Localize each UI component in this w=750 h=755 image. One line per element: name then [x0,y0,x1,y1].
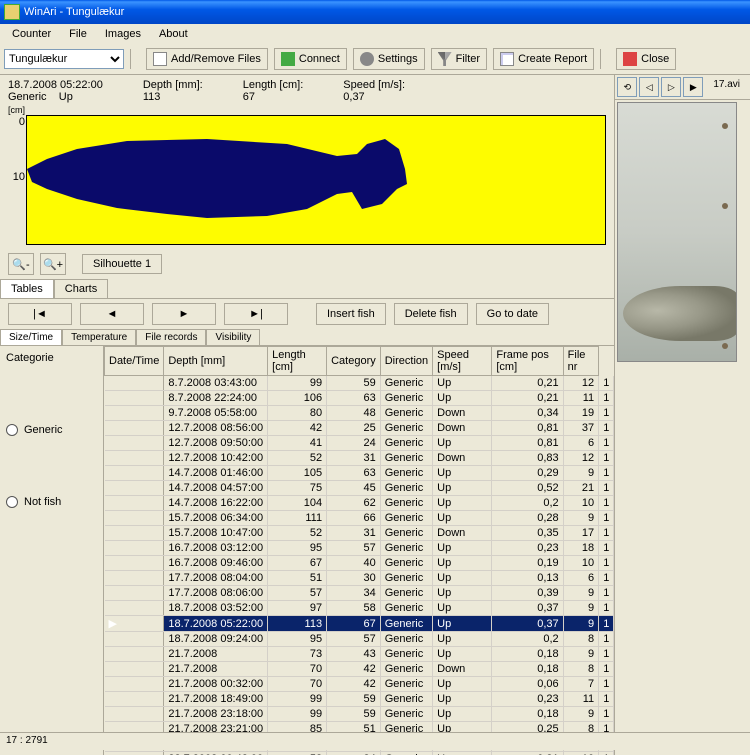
table-row[interactable]: 12.7.2008 10:42:005231GenericDown0,83121 [105,451,614,466]
sil-datetime: 18.7.2008 05:22:00 [8,79,103,91]
menu-counter[interactable]: Counter [4,26,59,42]
table-row[interactable]: 16.7.2008 09:46:006740GenericUp0,19101 [105,556,614,571]
create-report-button[interactable]: Create Report [493,48,594,70]
filter-icon [438,52,452,66]
table-row[interactable]: 8.7.2008 22:24:0010663GenericUp0,21111 [105,391,614,406]
table-row[interactable]: 21.7.2008 00:32:007042GenericUp0,0671 [105,677,614,692]
app-icon [4,4,20,20]
video-play-button[interactable]: ▶ [683,77,703,97]
table-row[interactable]: 14.7.2008 16:22:0010462GenericUp0,2101 [105,496,614,511]
table-row[interactable]: ▶18.7.2008 05:22:0011367GenericUp0,3791 [105,616,614,632]
table-row[interactable]: 15.7.2008 06:34:0011166GenericUp0,2891 [105,511,614,526]
video-next-button[interactable]: ▷ [661,77,681,97]
table-row[interactable]: 22.7.2008 00:42:005834GenericUp0,31101 [105,752,614,755]
table-row[interactable]: 12.7.2008 09:50:004124GenericUp0,8161 [105,436,614,451]
nav-prev-button[interactable]: ◄ [80,303,144,325]
goto-date-button[interactable]: Go to date [476,303,549,325]
col-header[interactable]: Speed [m/s] [433,347,492,376]
menu-images[interactable]: Images [97,26,149,42]
video-controls: ⟲ ◁ ▷ ▶ 17.avi [615,75,750,100]
nav-first-button[interactable]: |◄ [8,303,72,325]
toolbar: Tungulækur Add/Remove Files Connect Sett… [0,44,750,75]
table-row[interactable]: 21.7.20087343GenericUp0,1891 [105,647,614,662]
subtab-size-time[interactable]: Size/Time [0,329,62,345]
file-icon [153,52,167,66]
table-row[interactable]: 16.7.2008 03:12:009557GenericUp0,23181 [105,541,614,556]
col-header[interactable]: Category [327,347,381,376]
silhouette-tab[interactable]: Silhouette 1 [82,254,162,274]
nav-next-button[interactable]: ► [152,303,216,325]
col-header[interactable]: Depth [mm] [164,347,268,376]
zoom-in-button[interactable]: 🔍+ [40,253,66,275]
location-select[interactable]: Tungulækur [4,49,124,69]
delete-fish-button[interactable]: Delete fish [394,303,468,325]
gear-icon [360,52,374,66]
table-row[interactable]: 21.7.20087042GenericDown0,1881 [105,662,614,677]
radio-not-fish[interactable]: Not fish [6,496,97,508]
close-icon [623,52,637,66]
window-title: WinAri - Tungulækur [24,6,124,18]
add-remove-files-button[interactable]: Add/Remove Files [146,48,268,70]
col-header[interactable]: Frame pos [cm] [492,347,563,376]
col-header[interactable]: Length [cm] [268,347,327,376]
menubar: Counter File Images About [0,24,750,44]
table-row[interactable]: 21.7.2008 18:49:009959GenericUp0,23111 [105,692,614,707]
titlebar: WinAri - Tungulækur [0,0,750,24]
table-row[interactable]: 14.7.2008 01:46:0010563GenericUp0,2991 [105,466,614,481]
nav-last-button[interactable]: ►| [224,303,288,325]
connect-button[interactable]: Connect [274,48,347,70]
video-fish [623,286,737,341]
table-row[interactable]: 17.7.2008 08:06:005734GenericUp0,3991 [105,586,614,601]
tab-tables[interactable]: Tables [0,279,54,298]
category-pane: Categorie Generic Not fish [0,346,104,755]
silhouette-canvas[interactable]: 010 [26,115,606,245]
subtab-visibility[interactable]: Visibility [206,329,260,345]
video-filename: 17.avi [705,77,748,97]
filter-button[interactable]: Filter [431,48,487,70]
insert-fish-button[interactable]: Insert fish [316,303,386,325]
silhouette-panel: 18.7.2008 05:22:00 Generic Up Depth [mm]… [0,75,614,249]
tab-charts[interactable]: Charts [54,279,108,298]
table-row[interactable]: 14.7.2008 04:57:007545GenericUp0,52211 [105,481,614,496]
col-header[interactable]: Direction [380,347,432,376]
zoom-out-button[interactable]: 🔍- [8,253,34,275]
col-header[interactable]: Date/Time [105,347,164,376]
close-button[interactable]: Close [616,48,676,70]
video-prev-button[interactable]: ◁ [639,77,659,97]
table-row[interactable]: 8.7.2008 03:43:009959GenericUp0,21121 [105,376,614,391]
table-row[interactable]: 21.7.2008 23:18:009959GenericUp0,1891 [105,707,614,722]
video-rewind-button[interactable]: ⟲ [617,77,637,97]
table-row[interactable]: 18.7.2008 09:24:009557GenericUp0,281 [105,632,614,647]
connect-icon [281,52,295,66]
subtab-temperature[interactable]: Temperature [62,329,136,345]
report-icon [500,52,514,66]
video-frame[interactable] [617,102,737,362]
fish-silhouette [27,134,407,219]
col-header[interactable]: File nr [563,347,599,376]
menu-file[interactable]: File [61,26,95,42]
subtab-file-records[interactable]: File records [136,329,206,345]
table-row[interactable]: 15.7.2008 10:47:005231GenericDown0,35171 [105,526,614,541]
radio-generic[interactable]: Generic [6,424,97,436]
table-row[interactable]: 12.7.2008 08:56:004225GenericDown0,81371 [105,421,614,436]
settings-button[interactable]: Settings [353,48,425,70]
menu-about[interactable]: About [151,26,196,42]
status-bar: 17 : 2791 [0,732,750,750]
table-row[interactable]: 17.7.2008 08:04:005130GenericUp0,1361 [105,571,614,586]
table-row[interactable]: 9.7.2008 05:58:008048GenericDown0,34191 [105,406,614,421]
fish-data-table[interactable]: Date/TimeDepth [mm]Length [cm]CategoryDi… [104,346,614,755]
table-row[interactable]: 18.7.2008 03:52:009758GenericUp0,3791 [105,601,614,616]
